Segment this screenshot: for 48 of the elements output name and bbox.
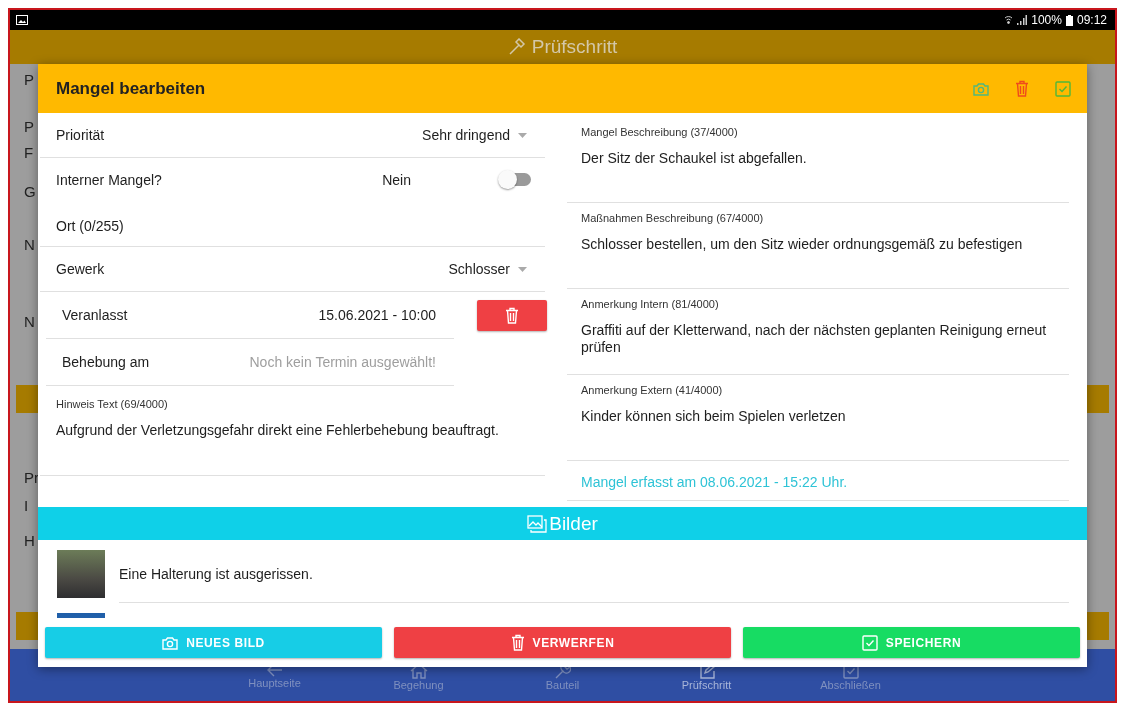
dropdown-field[interactable]: Priorität Sehr dringend: [40, 113, 545, 158]
cut-text: N: [24, 236, 35, 254]
trash-icon: [1015, 80, 1029, 97]
cut-text: F: [24, 144, 34, 162]
dialog-title: Mangel bearbeiten: [56, 78, 207, 99]
cut-text: P: [24, 71, 34, 89]
text-area[interactable]: Maßnahmen Beschreibung (67/4000) Schlosser bestellen, um den Sitz wieder ordnungsgemäß zu befestigen: [567, 203, 1069, 289]
camera-icon: [162, 635, 179, 650]
date-field[interactable]: Behebung am Noch kein Termin ausgewählt!: [46, 339, 454, 386]
camera-icon: [973, 81, 989, 96]
trash-icon: [510, 634, 525, 651]
screen-title: Prüfschritt: [531, 36, 618, 58]
delete-button[interactable]: [1015, 80, 1029, 97]
text-field[interactable]: Ort (0/255): [40, 201, 545, 247]
date-field[interactable]: Veranlasst 15.06.2021 - 10:00: [46, 292, 454, 339]
wifi-icon: [1004, 15, 1014, 25]
caret-icon: [518, 266, 527, 272]
hammer-icon: [507, 38, 526, 56]
cut-text: H: [24, 532, 35, 550]
cut-text: N: [24, 313, 35, 331]
checkbox-icon: [1055, 80, 1071, 97]
caret-icon: [518, 132, 527, 138]
recorded-note: Mangel erfasst am 08.06.2021 - 15:22 Uhr.: [567, 461, 1069, 501]
text-area[interactable]: Anmerkung Intern (81/4000) Graffiti auf der Kletterwand, nach der nächsten geplanten Reinigung erneut prüfen: [567, 289, 1069, 375]
field-label: Interner Mangel?: [56, 171, 162, 188]
cut-text: P: [24, 118, 34, 136]
section-title: Bilder: [549, 512, 598, 535]
cut-text: Pr: [24, 469, 39, 487]
toggle-switch[interactable]: [501, 173, 531, 186]
text-area[interactable]: Mangel Beschreibung (37/4000) Der Sitz der Schaukel ist abgefallen.: [567, 117, 1069, 203]
dropdown-field[interactable]: Gewerk Schlosser: [40, 247, 545, 292]
text-area[interactable]: Hinweis Text (69/4000) Aufgrund der Verletzungsgefahr direkt eine Fehlerbehebung beauftragt.: [40, 386, 545, 476]
trash-icon: [505, 307, 519, 324]
photo-placeholder[interactable]: [57, 550, 105, 598]
image-icon: [16, 15, 28, 25]
image-caption: Eine Halterung ist ausgerissen.: [119, 546, 1069, 603]
text-area[interactable]: Anmerkung Extern (41/4000) Kinder können sich beim Spielen verletzen: [567, 375, 1069, 461]
cut-text: I: [24, 497, 29, 515]
toggle-value: Nein: [382, 171, 411, 188]
signal-icon: [1017, 15, 1028, 25]
battery-percent: 100%: [1031, 13, 1062, 27]
clock: 09:12: [1076, 13, 1107, 27]
delete-button[interactable]: [477, 300, 547, 331]
checkbox-icon: [861, 634, 878, 651]
action-button[interactable]: VERWERFEN: [394, 627, 731, 658]
images-icon: [527, 514, 548, 533]
cut-text: G: [24, 183, 36, 201]
battery-icon: [1065, 14, 1073, 26]
